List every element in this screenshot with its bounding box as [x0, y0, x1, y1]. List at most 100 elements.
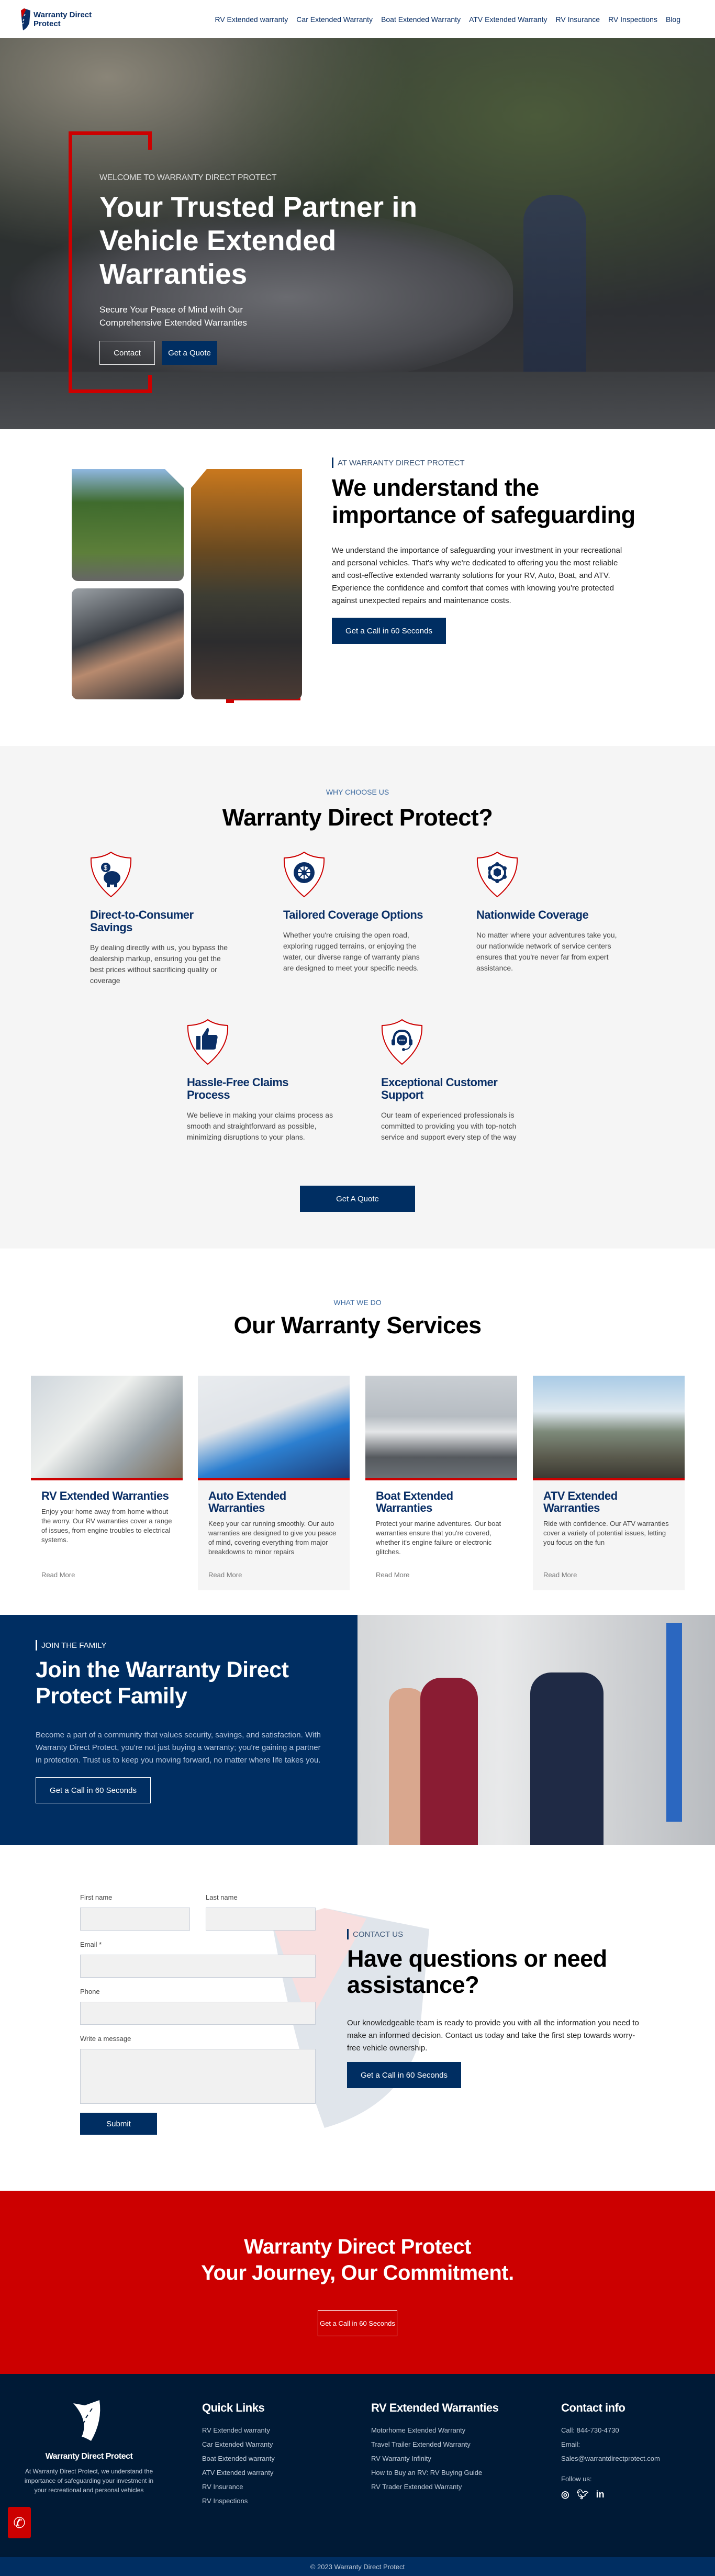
twitter-icon[interactable]: 🐦︎ — [577, 2489, 589, 2500]
logo-link[interactable]: Warranty Direct Protect — [20, 8, 102, 30]
contact-label: CONTACT US — [347, 1929, 640, 1939]
site-footer: Warranty Direct Protect At Warranty Dire… — [0, 2374, 715, 2557]
linkedin-icon[interactable]: in — [596, 2489, 605, 2500]
read-more-link[interactable]: Read More — [543, 1571, 577, 1579]
footer-link[interactable]: Motorhome Extended Warranty — [371, 2426, 498, 2434]
join-label-text: JOIN THE FAMILY — [41, 1641, 107, 1650]
join-call-button[interactable]: Get a Call in 60 Seconds — [36, 1777, 151, 1803]
contact-title: Have questions or need assistance? — [347, 1945, 607, 1998]
site-header: Warranty Direct Protect RV Extended warr… — [0, 0, 715, 38]
message-textarea[interactable] — [80, 2049, 316, 2104]
read-more-link[interactable]: Read More — [41, 1571, 75, 1579]
instagram-icon[interactable]: ◎ — [561, 2489, 569, 2500]
thumbs-up-icon — [187, 1019, 229, 1065]
phone-label: Phone — [80, 1988, 100, 1995]
contact-button[interactable]: Contact — [99, 341, 155, 365]
feature-card: Hassle-Free Claims Process We believe in… — [187, 1018, 333, 1143]
why-title: Warranty Direct Protect? — [222, 804, 493, 831]
feature-title: Exceptional Customer Support — [381, 1076, 498, 1101]
join-label: JOIN THE FAMILY — [36, 1640, 322, 1651]
footer-link[interactable]: RV Trader Extended Warranty — [371, 2483, 498, 2491]
nav-blog[interactable]: Blog — [662, 15, 685, 24]
join-title: Join the Warranty Direct Protect Family — [36, 1657, 289, 1709]
cta-line-1: Warranty Direct Protect — [244, 2235, 471, 2258]
message-label: Write a message — [80, 2035, 131, 2043]
cta-line-2: Your Journey, Our Commitment. — [201, 2261, 514, 2284]
piggy-bank-icon: $ — [90, 851, 132, 898]
lift-column — [666, 1623, 682, 1822]
get-quote-button[interactable]: Get a Quote — [162, 341, 217, 365]
feature-body: Our team of experienced professionals is… — [381, 1111, 517, 1141]
feature-title: Tailored Coverage Options — [283, 908, 423, 921]
nav-rv-insurance[interactable]: RV Insurance — [551, 15, 604, 24]
service-title: RV Extended Warranties — [41, 1489, 169, 1502]
service-body: Ride with confidence. Our ATV warranties… — [543, 1520, 669, 1546]
footer-link[interactable]: RV Extended warranty — [202, 2426, 275, 2434]
footer-link[interactable]: Car Extended Warranty — [202, 2440, 275, 2448]
about-call-button[interactable]: Get a Call in 60 Seconds — [332, 618, 446, 644]
cta-band: Warranty Direct Protect Your Journey, Ou… — [0, 2191, 715, 2374]
read-more-link[interactable]: Read More — [208, 1571, 242, 1579]
footer-link[interactable]: RV Inspections — [202, 2497, 275, 2505]
email-input[interactable] — [80, 1955, 316, 1978]
rv-image — [31, 1376, 183, 1480]
shield-road-logo-icon — [21, 8, 30, 30]
contact-body: Our knowledgeable team is ready to provi… — [347, 2019, 639, 2053]
contact-form: First name Last name Email * Phone Write… — [80, 1893, 316, 2135]
contact-text: CONTACT US Have questions or need assist… — [347, 1929, 640, 2088]
follow-us-label: Follow us: — [561, 2475, 592, 2483]
about-text: AT WARRANTY DIRECT PROTECT We understand… — [332, 458, 646, 644]
quick-links: Quick Links RV Extended warranty Car Ext… — [202, 2401, 275, 2511]
contact-label-text: CONTACT US — [353, 1930, 404, 1939]
submit-button[interactable]: Submit — [80, 2113, 157, 2135]
hand-on-dashboard-image — [72, 588, 184, 699]
hero-eyebrow: WELCOME TO WARRANTY DIRECT PROTECT — [99, 173, 277, 182]
service-card[interactable]: RV Extended Warranties Enjoy your home aw… — [31, 1376, 183, 1590]
service-card[interactable]: Auto Extended Warranties Keep your car ru… — [198, 1376, 350, 1590]
footer-link[interactable]: ATV Extended warranty — [202, 2469, 275, 2477]
nav-boat-extended-warranty[interactable]: Boat Extended Warranty — [377, 15, 465, 24]
boat-image — [365, 1376, 517, 1480]
services-section: WHAT WE DO Our Warranty Services RV Exte… — [0, 1248, 715, 1615]
footer-brand-name: Warranty Direct Protect — [45, 2452, 133, 2461]
social-links: ◎ 🐦︎ in — [561, 2489, 660, 2500]
last-name-input[interactable] — [206, 1908, 316, 1931]
nav-atv-extended-warranty[interactable]: ATV Extended Warranty — [465, 15, 551, 24]
svg-text:$: $ — [104, 864, 108, 872]
footer-link[interactable]: RV Insurance — [202, 2483, 275, 2491]
nav-car-extended-warranty[interactable]: Car Extended Warranty — [292, 15, 377, 24]
floating-phone-button[interactable]: ✆ — [8, 2507, 31, 2538]
service-title: Boat Extended Warranties — [376, 1489, 453, 1514]
service-card[interactable]: Boat Extended Warranties Protect your mar… — [365, 1376, 517, 1590]
feature-card: Exceptional Customer Support Our team of… — [381, 1018, 528, 1143]
cta-call-button[interactable]: Get a Call in 60 Seconds — [318, 2310, 397, 2336]
service-title: ATV Extended Warranties — [543, 1489, 618, 1514]
first-name-label: First name — [80, 1893, 113, 1901]
nav-rv-extended-warranty[interactable]: RV Extended warranty — [210, 15, 292, 24]
rv-warranty-links: RV Extended Warranties Motorhome Extende… — [371, 2401, 499, 2497]
footer-link[interactable]: Travel Trailer Extended Warranty — [371, 2440, 498, 2448]
footer-link[interactable]: How to Buy an RV: RV Buying Guide — [371, 2469, 498, 2477]
feature-body: Whether you're cruising the open road, e… — [283, 931, 420, 972]
join-text: JOIN THE FAMILY Join the Warranty Direct… — [0, 1615, 358, 1845]
tire-icon — [283, 851, 325, 898]
service-card[interactable]: ATV Extended Warranties Ride with confide… — [533, 1376, 685, 1590]
services-label: WHAT WE DO — [333, 1298, 382, 1307]
nav-rv-inspections[interactable]: RV Inspections — [604, 15, 662, 24]
email-link[interactable]: Sales@warrantdirectprotect.com — [561, 2455, 660, 2462]
join-family-section: JOIN THE FAMILY Join the Warranty Direct… — [0, 1615, 715, 1845]
phone-input[interactable] — [80, 2002, 316, 2025]
first-name-input[interactable] — [80, 1908, 190, 1931]
about-image-collage — [72, 469, 302, 705]
footer-link[interactable]: Boat Extended warranty — [202, 2455, 275, 2462]
feature-card: Nationwide Coverage No matter where your… — [476, 851, 623, 974]
quick-links-title: Quick Links — [202, 2401, 265, 2414]
get-a-quote-button[interactable]: Get A Quote — [300, 1186, 415, 1212]
footer-link[interactable]: RV Warranty Infinity — [371, 2455, 498, 2462]
read-more-link[interactable]: Read More — [376, 1571, 409, 1579]
contact-call-button[interactable]: Get a Call in 60 Seconds — [347, 2062, 461, 2088]
phone-link[interactable]: Call: 844-730-4730 — [561, 2426, 660, 2434]
headset-icon — [381, 1019, 423, 1065]
mechanic-customers-image — [358, 1615, 715, 1845]
forest-road-image — [72, 469, 184, 581]
